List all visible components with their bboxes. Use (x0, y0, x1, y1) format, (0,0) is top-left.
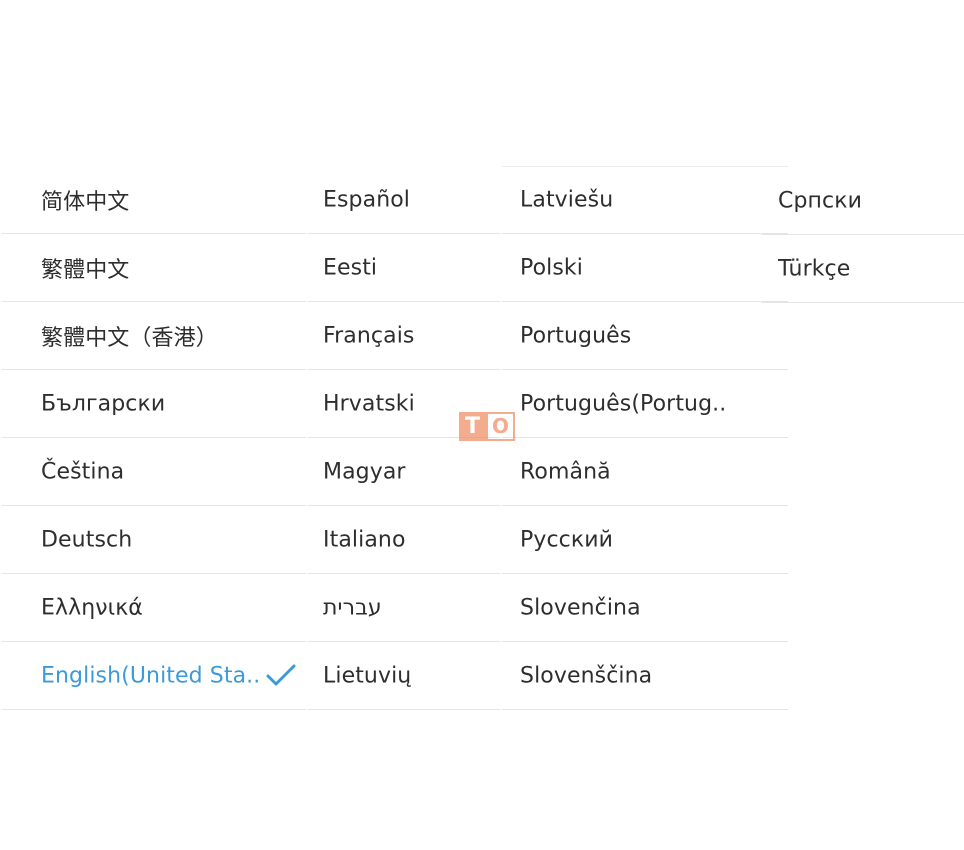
language-item-sk[interactable]: Slovenčina (502, 574, 788, 642)
language-item-pt-pt[interactable]: Português(Portug.. (502, 370, 788, 438)
language-item-bg[interactable]: Български (2, 370, 306, 438)
language-item-hu[interactable]: Magyar (308, 438, 500, 506)
watermark-letter-t: T (459, 412, 486, 441)
language-label: עברית (323, 595, 382, 620)
language-column-4: Српски Türkçe (762, 167, 964, 303)
language-item-en-us-selected[interactable]: English(United Sta.. (2, 642, 306, 710)
watermark-letter-o: O (486, 412, 515, 441)
language-item-cs[interactable]: Čeština (2, 438, 306, 506)
language-label: Polski (520, 255, 583, 280)
language-label: Eesti (323, 255, 378, 280)
language-item-zh-hans[interactable]: 简体中文 (2, 166, 306, 234)
language-label: Slovenščina (520, 663, 653, 688)
language-label: 繁體中文（香港） (41, 325, 218, 351)
language-label: Română (520, 459, 611, 484)
language-label: Čeština (41, 459, 125, 484)
language-item-lv[interactable]: Latviešu (502, 166, 788, 234)
language-item-zh-hant[interactable]: 繁體中文 (2, 234, 306, 302)
language-label: Ελληνικά (41, 595, 143, 620)
language-label: Deutsch (41, 527, 133, 552)
language-item-pt-br[interactable]: Português (502, 302, 788, 370)
language-label: Български (41, 391, 166, 416)
language-item-es[interactable]: Español (308, 166, 500, 234)
language-item-et[interactable]: Eesti (308, 234, 500, 302)
language-label: 简体中文 (41, 189, 130, 215)
language-item-tr[interactable]: Türkçe (762, 235, 964, 303)
language-item-he[interactable]: עברית (308, 574, 500, 642)
language-label: Српски (778, 188, 862, 213)
language-label: Italiano (323, 527, 406, 552)
language-item-el[interactable]: Ελληνικά (2, 574, 306, 642)
language-item-pl[interactable]: Polski (502, 234, 788, 302)
language-item-fr[interactable]: Français (308, 302, 500, 370)
language-item-sr[interactable]: Српски (762, 167, 964, 235)
language-item-it[interactable]: Italiano (308, 506, 500, 574)
language-item-zh-hk[interactable]: 繁體中文（香港） (2, 302, 306, 370)
language-column-1: 简体中文 繁體中文 繁體中文（香港） Български Čeština Deu… (2, 166, 306, 710)
language-column-3: Latviešu Polski Português Português(Port… (502, 166, 788, 710)
language-label: Español (323, 187, 411, 212)
language-label: Latviešu (520, 187, 614, 213)
language-item-sl[interactable]: Slovenščina (502, 642, 788, 710)
language-label: Magyar (323, 459, 406, 484)
watermark-logo: T O (459, 412, 515, 441)
language-label: Hrvatski (323, 391, 415, 416)
language-label: Português(Portug.. (520, 391, 727, 416)
language-item-de[interactable]: Deutsch (2, 506, 306, 574)
language-item-ru[interactable]: Русский (502, 506, 788, 574)
language-label: Slovenčina (520, 595, 641, 620)
language-label: Türkçe (778, 256, 851, 281)
language-item-ro[interactable]: Română (502, 438, 788, 506)
language-label: 繁體中文 (41, 257, 130, 283)
language-label: Русский (520, 527, 614, 552)
language-label: English(United Sta.. (41, 663, 261, 688)
checkmark-icon (266, 664, 296, 688)
language-label: Português (520, 323, 632, 348)
language-label: Lietuvių (323, 663, 412, 688)
language-label: Français (323, 323, 415, 348)
language-item-lt[interactable]: Lietuvių (308, 642, 500, 710)
